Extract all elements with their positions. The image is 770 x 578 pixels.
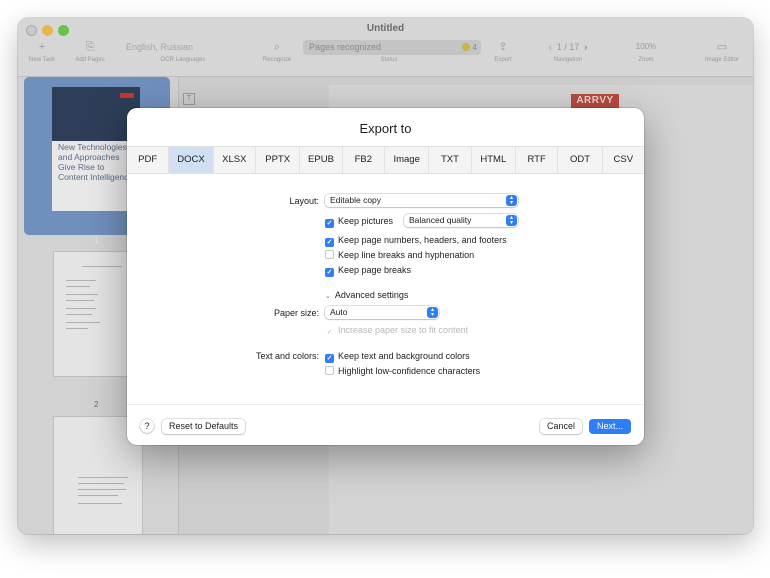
help-button[interactable]: ?: [140, 419, 154, 433]
add-pages-button[interactable]: ⎘ Add Pages: [68, 40, 112, 63]
reset-to-defaults-button[interactable]: Reset to Defaults: [162, 419, 245, 434]
popup-arrows-icon: ▴ ▾: [427, 307, 438, 318]
zoom-control[interactable]: 100% Zoom: [628, 40, 664, 63]
keep-text-colors-checkbox[interactable]: ✓ Keep text and background colors: [325, 351, 470, 363]
image-editor-button[interactable]: ▭ Image Editor: [698, 40, 746, 63]
increase-paper-size-checkbox: ✓ Increase paper size to fit content: [325, 325, 469, 337]
dialog-title: Export to: [359, 121, 412, 136]
tab-odt[interactable]: ODT: [558, 147, 603, 173]
status-label: Status: [380, 57, 398, 63]
recognize-button[interactable]: ⌕ Recognize: [254, 40, 300, 63]
checkmark-icon: ✓: [325, 219, 334, 228]
new-task-button[interactable]: + New Task: [24, 40, 60, 63]
window-title: Untitled: [366, 23, 405, 34]
advanced-settings-disclosure[interactable]: ⌄ Advanced settings: [325, 290, 408, 300]
layout-label: Layout:: [289, 196, 319, 206]
empty-checkbox: [325, 366, 334, 375]
status-count: 4: [472, 43, 477, 52]
checkmark-icon: ✓: [325, 238, 334, 247]
paper-size-select[interactable]: Auto ▴ ▾: [325, 306, 439, 319]
chevron-down-icon: ⌄: [325, 293, 331, 300]
text-and-colors-label: Text and colors:: [255, 351, 319, 361]
checkmark-icon: ✓: [325, 354, 334, 363]
ocr-languages-label: OCR Languages: [160, 57, 206, 63]
page-number-1: 1: [94, 236, 99, 245]
status-indicator[interactable]: Pages recognized 4: [303, 40, 481, 55]
export-dialog: Export to PDF DOCX XLSX PPTX EPUB FB2 Im…: [127, 108, 644, 445]
tab-txt[interactable]: TXT: [429, 147, 472, 173]
text-zone-icon[interactable]: T: [183, 93, 195, 105]
tab-pptx[interactable]: PPTX: [256, 147, 301, 173]
popup-arrows-icon: ▴ ▾: [506, 215, 517, 226]
highlight-low-confidence-checkbox[interactable]: Highlight low-confidence characters: [325, 366, 480, 376]
thumbnail-headline: New Technologies and Approaches Give Ris…: [58, 142, 134, 182]
tab-image[interactable]: Image: [385, 147, 430, 173]
page-indicator: 1 / 17: [556, 42, 580, 52]
page-number-2: 2: [94, 400, 99, 409]
tab-xlsx[interactable]: XLSX: [214, 147, 256, 173]
recognize-icon: ⌕: [273, 41, 281, 53]
tab-fb2[interactable]: FB2: [343, 147, 385, 173]
tab-rtf[interactable]: RTF: [516, 147, 559, 173]
navigation-control[interactable]: ‹ 1 / 17 › Navigation: [530, 40, 606, 63]
add-pages-icon: ⎘: [85, 41, 95, 53]
tab-pdf[interactable]: PDF: [127, 147, 170, 173]
layout-select[interactable]: Editable copy ▴ ▾: [325, 194, 518, 207]
checkmark-icon: ✓: [325, 328, 334, 337]
tab-docx[interactable]: DOCX: [169, 147, 214, 173]
plus-icon: +: [38, 41, 46, 53]
paper-size-label: Paper size:: [273, 308, 319, 318]
logo: [120, 93, 134, 98]
document-logo: ARRVY: [571, 94, 619, 108]
keep-page-numbers-checkbox[interactable]: ✓ Keep page numbers, headers, and footers: [325, 235, 507, 247]
popup-arrows-icon: ▴ ▾: [506, 195, 517, 206]
divider: [127, 404, 644, 405]
export-icon: ⇪: [498, 41, 508, 53]
previous-page-icon[interactable]: ‹: [549, 42, 552, 52]
keep-pictures-checkbox[interactable]: ✓ Keep pictures: [325, 216, 393, 228]
next-page-icon[interactable]: ›: [584, 42, 587, 52]
export-button[interactable]: ⇪ Export: [488, 40, 518, 63]
keep-line-breaks-checkbox[interactable]: Keep line breaks and hyphenation: [325, 250, 474, 260]
keep-page-breaks-checkbox[interactable]: ✓ Keep page breaks: [325, 265, 411, 277]
tab-html[interactable]: HTML: [472, 147, 516, 173]
tab-epub[interactable]: EPUB: [300, 147, 343, 173]
image-icon: ▭: [716, 41, 728, 53]
ocr-languages-select[interactable]: English, Russian: [126, 42, 193, 52]
lightbulb-icon: [461, 43, 470, 51]
toolbar: Untitled + New Task ⎘ Add Pages English,…: [18, 18, 753, 77]
picture-quality-select[interactable]: Balanced quality ▴ ▾: [404, 214, 518, 227]
tab-csv[interactable]: CSV: [603, 147, 644, 173]
empty-checkbox: [325, 250, 334, 259]
format-tabs: PDF DOCX XLSX PPTX EPUB FB2 Image TXT HT…: [127, 146, 644, 174]
next-button[interactable]: Next...: [589, 419, 631, 434]
checkmark-icon: ✓: [325, 268, 334, 277]
cancel-button[interactable]: Cancel: [540, 419, 582, 434]
